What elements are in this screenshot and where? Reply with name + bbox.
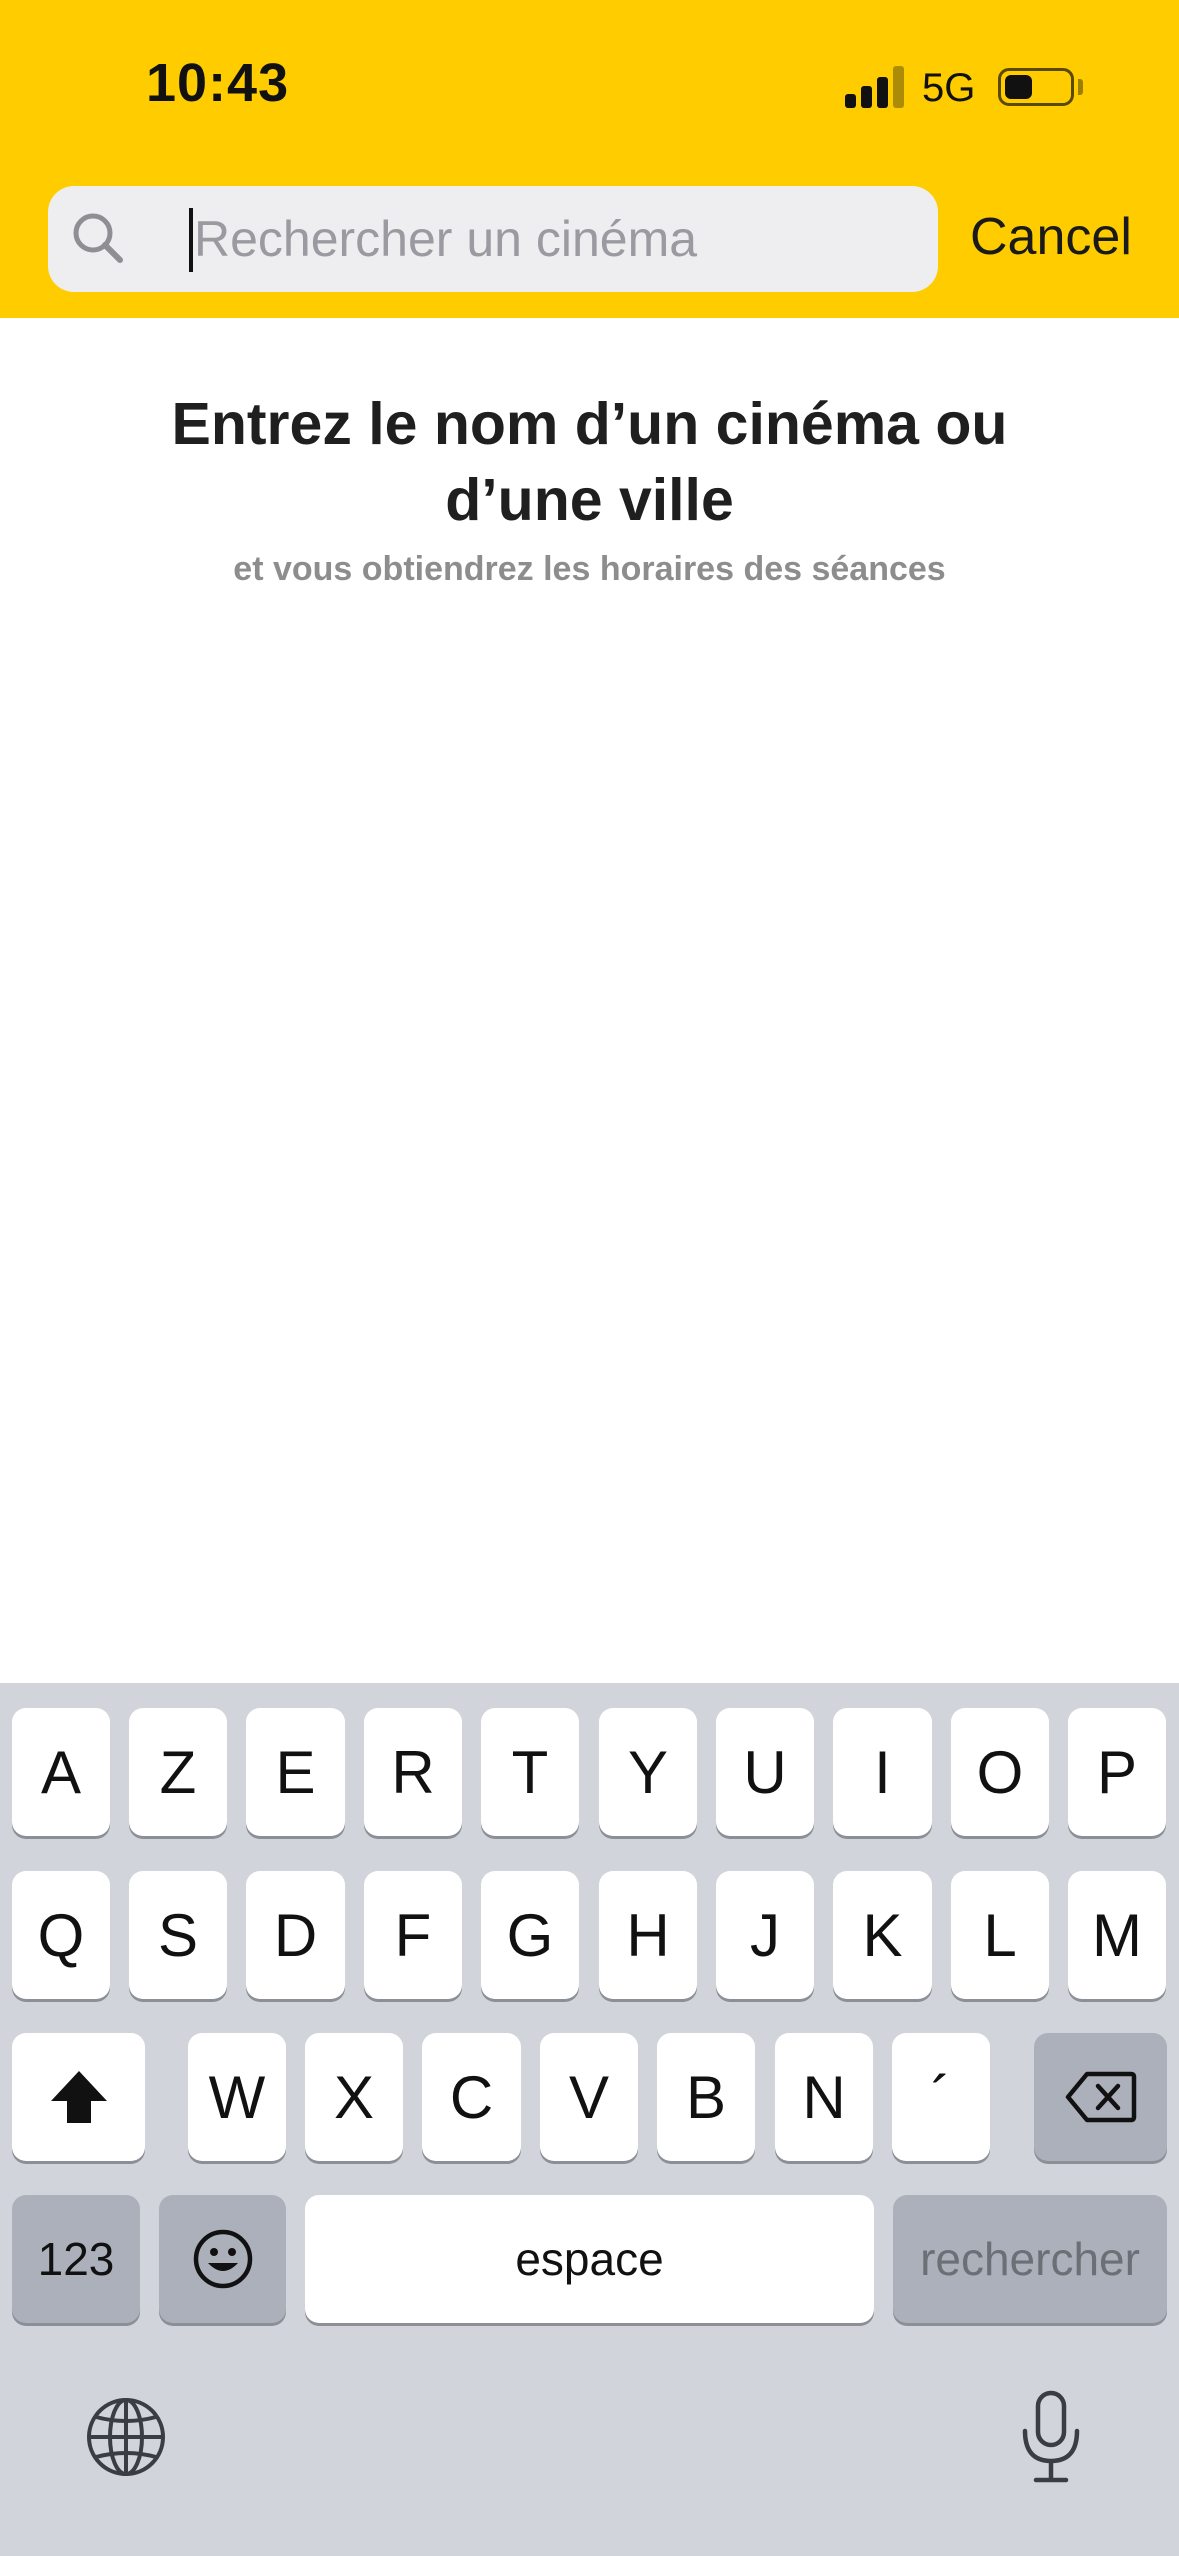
key-r[interactable]: R [364, 1708, 462, 1836]
status-time: 10:43 [146, 53, 290, 113]
key-x[interactable]: X [305, 2033, 403, 2161]
key-m[interactable]: M [1068, 1871, 1166, 1999]
key-acute-accent[interactable]: ´ [892, 2033, 990, 2161]
key-l[interactable]: L [951, 1871, 1049, 1999]
shift-icon [50, 2071, 107, 2123]
key-k[interactable]: K [833, 1871, 932, 1999]
key-f[interactable]: F [364, 1871, 462, 1999]
keyboard: A Z E R T Y U I O P Q S D F G H J K L M … [0, 1683, 1179, 2556]
headline-line-1: Entrez le nom d’un cinéma ou [171, 391, 1008, 457]
key-b[interactable]: B [657, 2033, 755, 2161]
key-d[interactable]: D [246, 1871, 345, 1999]
search-return-key[interactable]: rechercher [893, 2195, 1167, 2323]
backspace-icon [1065, 2071, 1136, 2123]
battery-tip [1078, 79, 1083, 95]
key-c[interactable]: C [422, 2033, 521, 2161]
empty-state-subtitle: et vous obtiendrez les horaires des séan… [233, 550, 946, 588]
key-y[interactable]: Y [599, 1708, 697, 1836]
empty-state-title: Entrez le nom d’un cinéma ou d’une ville [100, 386, 1079, 538]
key-s[interactable]: S [129, 1871, 227, 1999]
battery-icon [998, 68, 1074, 106]
signal-icon [845, 64, 905, 108]
key-v[interactable]: V [540, 2033, 638, 2161]
key-z[interactable]: Z [129, 1708, 227, 1836]
emoji-icon [193, 2229, 252, 2289]
key-q[interactable]: Q [12, 1871, 110, 1999]
network-label: 5G [922, 66, 976, 110]
key-e[interactable]: E [246, 1708, 345, 1836]
key-o[interactable]: O [951, 1708, 1049, 1836]
key-w[interactable]: W [188, 2033, 286, 2161]
search-field[interactable] [48, 186, 938, 292]
headline-line-2: d’une ville [445, 467, 734, 533]
key-u[interactable]: U [716, 1708, 814, 1836]
key-t[interactable]: T [481, 1708, 579, 1836]
shift-key[interactable] [12, 2033, 145, 2161]
app-header: 10:43 5G Cancel [0, 0, 1179, 318]
microphone-icon[interactable] [1016, 2387, 1086, 2487]
emoji-key[interactable] [159, 2195, 286, 2323]
key-p[interactable]: P [1068, 1708, 1166, 1836]
key-h[interactable]: H [599, 1871, 697, 1999]
key-j[interactable]: J [716, 1871, 814, 1999]
key-n[interactable]: N [775, 2033, 873, 2161]
numbers-key[interactable]: 123 [12, 2195, 140, 2323]
text-caret [189, 208, 193, 272]
backspace-key[interactable] [1034, 2033, 1167, 2161]
cancel-button[interactable]: Cancel [970, 200, 1132, 274]
key-i[interactable]: I [833, 1708, 932, 1836]
search-icon [73, 213, 123, 263]
globe-icon[interactable] [84, 2395, 168, 2479]
space-key[interactable]: espace [305, 2195, 874, 2323]
search-input[interactable] [194, 186, 914, 292]
key-a[interactable]: A [12, 1708, 110, 1836]
key-g[interactable]: G [481, 1871, 579, 1999]
